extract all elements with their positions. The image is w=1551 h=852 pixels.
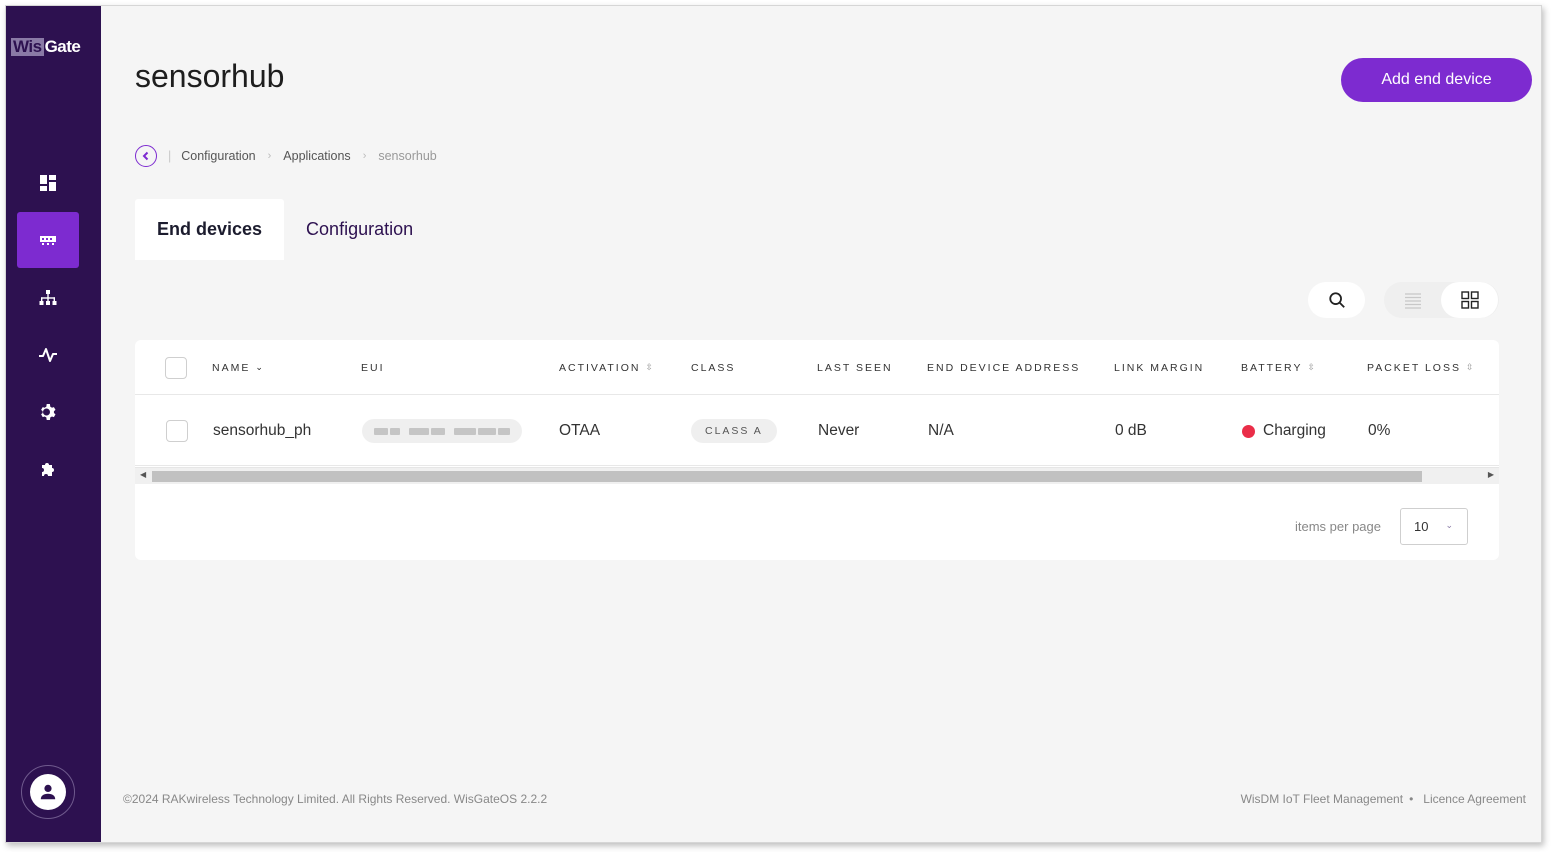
end-devices-table-card: Name ⌄ EUI Activation ⇳ Class Last seen En… [135,340,1499,560]
table-row[interactable]: sensorhub_ph OTAA CLASS A Never N/A 0 dB… [135,396,1499,466]
sidebar-item-network[interactable] [17,270,79,326]
dashboard-icon [40,175,56,191]
sidebar: Wis Gate [6,6,101,842]
cell-address: N/A [928,422,954,439]
scroll-right-arrow-icon[interactable]: ▶ [1488,470,1494,479]
search-icon [1328,292,1345,308]
sidebar-item-devices[interactable] [17,212,79,268]
chevron-down-icon: ⌄ [1445,520,1453,530]
add-end-device-button[interactable]: Add end device [1341,58,1532,102]
eui-redacted-pill [362,419,522,443]
cell-name[interactable]: sensorhub_ph [213,396,311,466]
cell-last-seen: Never [818,422,860,439]
sort-icon: ⇳ [1307,362,1316,372]
list-view-button[interactable] [1384,282,1441,318]
column-header-packet-loss[interactable]: Packet loss ⇳ [1367,340,1474,395]
cell-packet-loss: 0% [1368,422,1391,439]
cell-activation: OTAA [559,422,601,439]
back-button[interactable] [135,145,157,167]
user-icon [40,784,56,800]
cell-battery: Charging [1242,396,1326,466]
view-mode-toggle [1384,282,1499,318]
chevron-down-icon: ⌄ [255,362,263,372]
row-checkbox[interactable] [166,420,188,442]
column-header-link-margin: Link margin [1114,361,1205,374]
breadcrumb-current: sensorhub [378,149,437,163]
horizontal-scrollbar[interactable]: ◀ ▶ [135,467,1499,484]
column-header-battery[interactable]: Battery ⇳ [1241,340,1315,395]
items-per-page-label: items per page [1295,519,1381,534]
breadcrumb-divider: | [168,149,172,163]
sort-icon: ⇳ [1465,362,1474,372]
breadcrumb-configuration[interactable]: Configuration [181,149,255,163]
select-all-checkbox[interactable] [165,357,187,379]
scroll-left-arrow-icon[interactable]: ◀ [140,470,146,479]
class-badge: CLASS A [691,419,777,443]
cell-class: CLASS A [691,396,777,466]
chevron-left-icon [142,151,149,161]
tab-configuration[interactable]: Configuration [284,199,435,260]
sidebar-item-activity[interactable] [17,327,79,383]
items-per-page-select[interactable]: 10 ⌄ [1400,508,1468,545]
tab-end-devices[interactable]: End devices [135,199,285,260]
user-avatar-button[interactable] [21,765,75,819]
footer-bullet: • [1409,792,1414,806]
sidebar-item-dashboard[interactable] [17,155,79,211]
breadcrumb: | Configuration › Applications › sensorh… [135,145,437,167]
battery-status-text: Charging [1263,422,1326,439]
sidebar-item-settings[interactable] [17,384,79,440]
search-button[interactable] [1308,282,1365,318]
grid-view-button[interactable] [1441,282,1498,318]
battery-status-dot [1242,424,1255,438]
breadcrumb-applications[interactable]: Applications [283,149,350,163]
footer-link-wisdm[interactable]: WisDM IoT Fleet Management [1241,792,1404,806]
activity-icon [39,348,57,362]
footer-copyright: ©2024 RAKwireless Technology Limited. Al… [123,792,548,806]
column-header-address: End device address [927,361,1081,374]
network-icon [39,290,57,305]
table-header: Name ⌄ EUI Activation ⇳ Class Last seen En… [135,340,1499,395]
chevron-right-icon: › [362,150,367,162]
column-header-name[interactable]: Name ⌄ [212,340,263,395]
column-header-class: Class [691,361,736,374]
column-header-last-seen: Last seen [817,361,893,374]
sidebar-item-extensions[interactable] [17,441,79,497]
grid-icon [1460,291,1479,309]
footer-links: WisDM IoT Fleet Management • Licence Agr… [1241,792,1526,806]
cell-link-margin: 0 dB [1115,422,1147,439]
chevron-right-icon: › [267,150,272,162]
page-title: sensorhub [135,58,285,94]
footer-link-licence[interactable]: Licence Agreement [1423,792,1526,806]
column-header-eui: EUI [361,361,385,374]
column-header-activation[interactable]: Activation ⇳ [559,340,653,395]
cell-eui [362,396,522,466]
scrollbar-thumb[interactable] [152,471,1422,482]
gateway-icon [40,236,56,245]
app-window: Wis Gate sensorhub Add end device | Conf… [5,5,1542,843]
list-icon [1404,293,1421,309]
sort-icon: ⇳ [645,362,653,372]
gear-icon [41,404,56,420]
tab-bar: End devices Configuration [135,199,435,260]
wisgate-logo[interactable]: Wis Gate [11,38,81,56]
puzzle-icon [42,463,54,476]
